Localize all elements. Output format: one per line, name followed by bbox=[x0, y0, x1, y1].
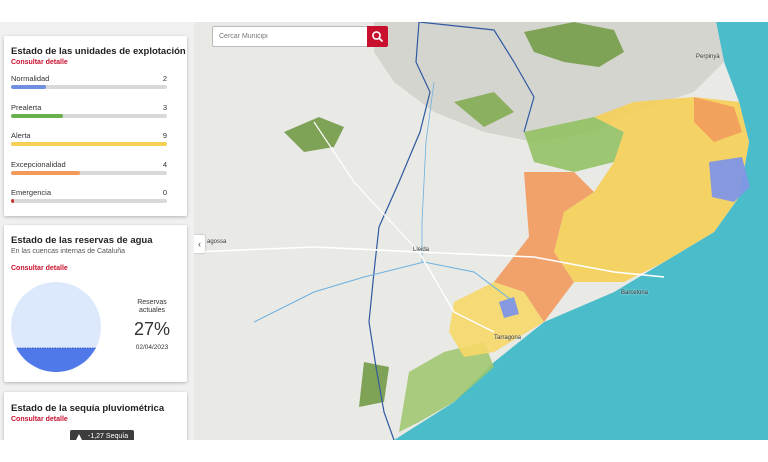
status-bar-fill bbox=[11, 113, 63, 118]
status-bar-fill bbox=[11, 85, 46, 89]
gauge-water-fill bbox=[11, 348, 101, 372]
status-bar-fill bbox=[11, 199, 15, 203]
exploitation-detail-link[interactable]: Consultar detalle bbox=[11, 59, 68, 66]
status-label: Prealerta bbox=[11, 102, 42, 112]
status-bar-track bbox=[11, 170, 167, 175]
status-bar-fill bbox=[11, 170, 81, 175]
map-view[interactable]: Perpinyà agossa Lleida Barcelona Tarrago… bbox=[194, 22, 768, 440]
city-label: Lleida bbox=[413, 247, 430, 253]
drought-card: Estado de la sequía pluviométrica Consul… bbox=[4, 392, 187, 440]
status-label: Alerta bbox=[11, 131, 31, 140]
drought-tooltip-text: -1,27 Sequía bbox=[88, 433, 129, 440]
status-bar-fill bbox=[11, 142, 167, 146]
status-bar-track bbox=[11, 113, 167, 118]
municipality-search bbox=[212, 26, 388, 47]
search-input[interactable] bbox=[213, 27, 367, 46]
city-label: Tarragona bbox=[494, 335, 522, 341]
status-count: 9 bbox=[162, 131, 167, 140]
city-label: Barcelona bbox=[621, 290, 649, 296]
search-icon bbox=[372, 31, 383, 42]
water-reserves-card: Estado de las reservas de agua En las cu… bbox=[4, 225, 187, 382]
search-button[interactable] bbox=[367, 26, 388, 47]
status-count: 4 bbox=[162, 159, 167, 169]
exploitation-title: Estado de las unidades de explotación bbox=[11, 46, 186, 57]
map-canvas[interactable] bbox=[194, 22, 768, 440]
status-count: 2 bbox=[162, 74, 167, 83]
exploitation-units-card: Estado de las unidades de explotación Co… bbox=[4, 36, 187, 216]
status-bar-track bbox=[11, 199, 167, 203]
city-label: agossa bbox=[207, 239, 227, 245]
reserves-percent: 27% bbox=[133, 319, 171, 339]
drought-title: Estado de la sequía pluviométrica bbox=[11, 403, 165, 414]
chevron-left-icon: ‹ bbox=[198, 239, 201, 249]
reserves-label-line1: Reservas bbox=[137, 299, 167, 306]
status-bar-track bbox=[11, 142, 167, 146]
reserves-title: Estado de las reservas de agua bbox=[11, 235, 153, 246]
status-bar-track bbox=[11, 85, 167, 89]
status-count: 0 bbox=[162, 188, 167, 197]
reserves-label-line2: actuales bbox=[138, 307, 166, 314]
collapse-sidebar-button[interactable]: ‹ bbox=[194, 235, 205, 253]
sidebar: Estado de las unidades de explotación Co… bbox=[0, 22, 194, 440]
status-label: Excepcionalidad bbox=[11, 159, 66, 169]
reserves-gauge bbox=[11, 282, 101, 372]
status-count: 3 bbox=[162, 102, 167, 112]
drought-tooltip: -1,27 Sequía bbox=[70, 430, 135, 440]
triangle-up-icon bbox=[76, 434, 82, 440]
status-label: Normalidad bbox=[11, 74, 50, 83]
reserves-detail-link[interactable]: Consultar detalle bbox=[11, 265, 68, 272]
status-label: Emergencia bbox=[11, 188, 52, 197]
city-label: Perpinyà bbox=[696, 54, 720, 60]
drought-detail-link[interactable]: Consultar detalle bbox=[11, 416, 68, 423]
reserves-subtitle: En las cuencas internas de Cataluña bbox=[11, 248, 126, 255]
reserves-date: 02/04/2023 bbox=[135, 344, 169, 351]
